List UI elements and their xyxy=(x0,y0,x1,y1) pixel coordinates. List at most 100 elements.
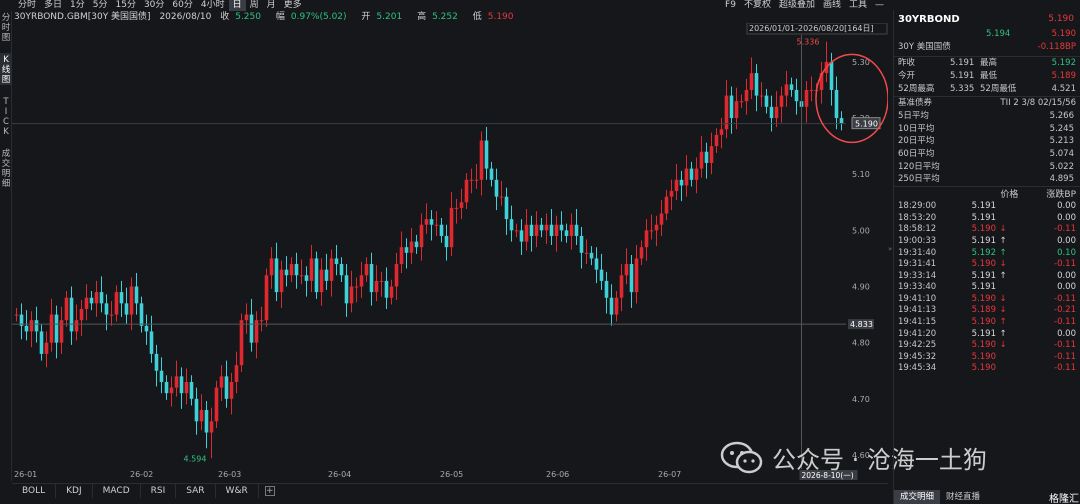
left-view-tabs: 分时图 K线图 TICK 成交明细 xyxy=(0,11,12,481)
tick-row: 19:33:40 5.191 0.00 xyxy=(894,282,1080,294)
tick-price: 5.191 xyxy=(971,235,996,246)
tick-row: 19:33:14 5.191 ↑ 0.00 xyxy=(894,271,1080,283)
candle-body xyxy=(839,118,844,124)
period-8[interactable]: 日 xyxy=(228,0,246,11)
tick-price: 5.191 xyxy=(971,328,996,339)
tick-price: 5.189 xyxy=(971,305,996,316)
candle-body xyxy=(384,280,389,298)
candle-body xyxy=(524,224,529,242)
candle-body xyxy=(69,297,74,332)
indicator-macd[interactable]: MACD xyxy=(93,483,141,498)
period-6[interactable]: 60分 xyxy=(168,0,196,11)
candle-body xyxy=(379,280,384,282)
left-tab-1[interactable]: K线图 xyxy=(0,53,12,85)
candle-body xyxy=(409,241,414,253)
candle-body xyxy=(224,376,229,399)
candle-body xyxy=(744,89,749,102)
tab-trade-detail[interactable]: 成交明细 xyxy=(894,490,941,504)
tool-3[interactable]: 画线 xyxy=(823,0,841,11)
tick-price: 5.190 xyxy=(971,224,996,235)
tick-arrow-icon: ↑ xyxy=(999,270,1007,281)
average-value: 5.266 xyxy=(1049,111,1074,121)
candle-body xyxy=(429,219,434,225)
period-9[interactable]: 周 xyxy=(246,0,263,11)
period-7[interactable]: 4小时 xyxy=(197,0,229,11)
tick-row: 19:41:13 5.189 ↓ -0.21 xyxy=(894,305,1080,317)
bp-col-header: 涨跌BP xyxy=(1046,190,1076,201)
tick-bp: -0.21 xyxy=(1054,305,1076,316)
stats-grid: 昨收 5.191 最高 5.192 今开 5.191 最低 5.189 52周最高 5.335 52… xyxy=(894,57,1080,96)
kline-chart[interactable]: 5.305.205.105.004.904.804.704.6026-0126-… xyxy=(12,23,888,481)
candle-body xyxy=(784,84,789,96)
candle-body xyxy=(754,73,759,96)
candle-body xyxy=(199,410,204,422)
stats-row: 今开 5.191 最低 5.189 xyxy=(894,70,1080,83)
indicator-kdj[interactable]: KDJ xyxy=(56,483,93,498)
indicator-rsi[interactable]: RSI xyxy=(141,483,177,498)
average-row: 60日平均 5.074 xyxy=(894,148,1080,161)
left-tab-3[interactable]: 成交明细 xyxy=(0,147,12,189)
minimize-icon[interactable]: — xyxy=(875,0,884,11)
candle-body xyxy=(329,258,334,281)
tick-bp: 0.00 xyxy=(1057,201,1076,212)
period-2[interactable]: 1分 xyxy=(66,0,89,11)
average-label: 10日平均 xyxy=(898,123,935,134)
candle-body xyxy=(504,196,509,220)
cursor-date-label: 2026-8-10(一) xyxy=(802,471,854,480)
candle-body xyxy=(539,224,544,231)
candle-body xyxy=(234,365,239,382)
candle-body xyxy=(809,89,814,91)
tool-0[interactable]: F9 xyxy=(725,0,736,11)
indicator-wr[interactable]: W&R xyxy=(216,483,259,498)
candle-body xyxy=(499,196,504,198)
candle-body xyxy=(479,140,484,180)
tool-4[interactable]: 工具 xyxy=(849,0,867,11)
candle-body xyxy=(684,168,689,186)
period-10[interactable]: 月 xyxy=(263,0,280,11)
stat-value: 4.521 xyxy=(1051,84,1076,94)
quote-date: 2026/08/10 xyxy=(159,12,212,22)
period-5[interactable]: 30分 xyxy=(140,0,168,11)
tool-2[interactable]: 超级叠加 xyxy=(779,0,815,11)
period-0[interactable]: 分时 xyxy=(14,0,40,11)
indicator-boll[interactable]: BOLL xyxy=(12,483,57,498)
close-value: 5.250 xyxy=(235,12,261,22)
tick-arrow-icon: ↑ xyxy=(999,235,1007,246)
average-value: 5.213 xyxy=(1049,136,1074,147)
left-tab-0[interactable]: 分时图 xyxy=(0,11,12,43)
tick-row: 19:45:32 5.190 -0.11 xyxy=(894,352,1080,364)
benchmark-label: 基准债券 xyxy=(898,98,933,108)
x-tick-label: 26-02 xyxy=(130,470,153,479)
period-3[interactable]: 5分 xyxy=(89,0,112,11)
period-4[interactable]: 15分 xyxy=(112,0,140,11)
candle-body xyxy=(34,320,39,332)
tick-time: 18:58:12 xyxy=(898,224,937,235)
period-1[interactable]: 多日 xyxy=(40,0,66,11)
left-tab-2[interactable]: TICK xyxy=(0,95,12,137)
add-indicator-button[interactable]: + xyxy=(264,485,275,496)
candle-body xyxy=(274,258,279,293)
average-label: 120日平均 xyxy=(898,161,940,172)
y-tick-label: 5.30 xyxy=(852,58,870,67)
tab-live[interactable]: 财经直播 xyxy=(940,490,986,504)
candle-body xyxy=(719,129,724,135)
candle-body xyxy=(304,275,309,281)
tick-row: 18:53:20 5.191 0.00 xyxy=(894,213,1080,225)
average-row: 120日平均 5.022 xyxy=(894,161,1080,174)
candle-body xyxy=(309,258,314,281)
candle-body xyxy=(704,151,709,163)
indicator-sar[interactable]: SAR xyxy=(176,483,216,498)
period-11[interactable]: 更多 xyxy=(280,0,306,11)
tick-price: 5.190 xyxy=(971,259,996,270)
tool-1[interactable]: 不复权 xyxy=(744,0,771,11)
candle-body xyxy=(474,179,479,181)
stats-row: 昨收 5.191 最高 5.192 xyxy=(894,57,1080,70)
average-value: 5.022 xyxy=(1049,161,1074,172)
tick-arrow-icon: ↓ xyxy=(999,305,1007,316)
y-tick-label: 4.80 xyxy=(852,339,870,348)
candle-body xyxy=(179,376,184,394)
candle-body xyxy=(344,275,349,304)
tick-time: 18:53:20 xyxy=(898,212,937,223)
candle-body xyxy=(194,398,199,422)
candle-body xyxy=(94,292,99,304)
